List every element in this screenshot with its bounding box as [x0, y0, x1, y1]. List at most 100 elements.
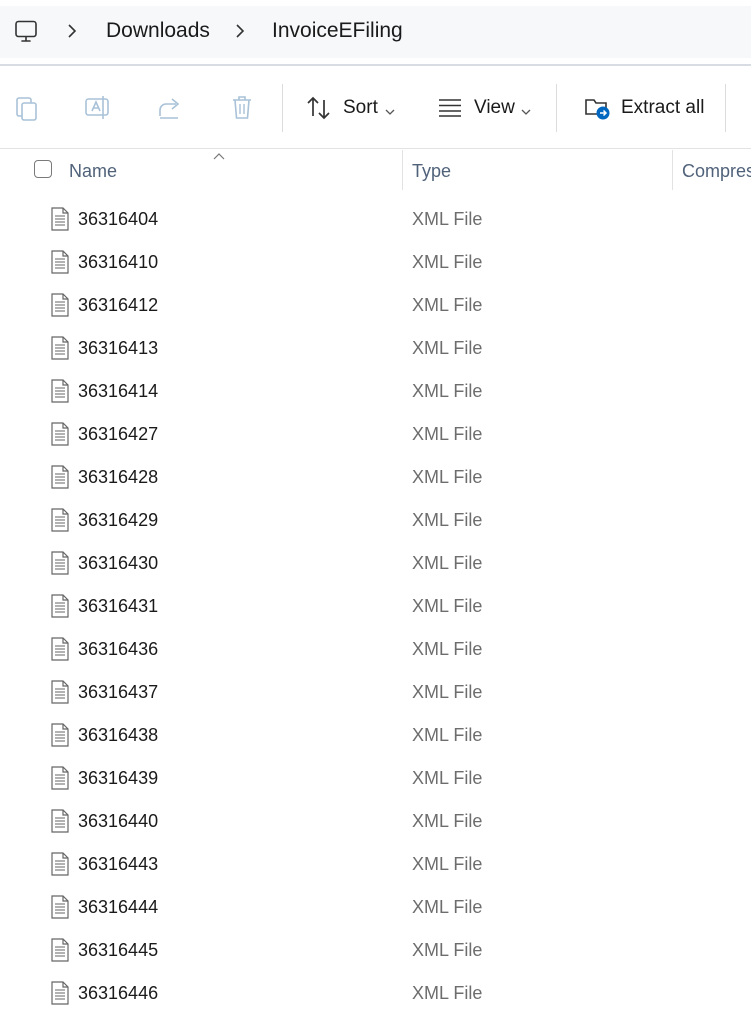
file-row[interactable]: 36316438 XML File: [0, 715, 751, 758]
file-type: XML File: [412, 854, 483, 874]
file-name: 36316428: [78, 467, 159, 487]
chevron-right-icon[interactable]: [66, 22, 78, 45]
file-name: 36316437: [78, 682, 159, 702]
file-type: XML File: [412, 510, 483, 530]
toolbar-separator: [725, 84, 726, 132]
document-icon: [50, 895, 70, 924]
file-type: XML File: [412, 467, 483, 487]
file-row[interactable]: 36316436 XML File: [0, 629, 751, 672]
document-icon: [50, 422, 70, 451]
file-type: XML File: [412, 768, 483, 788]
column-header-compressed-size[interactable]: Compres: [682, 161, 751, 182]
breadcrumb-downloads[interactable]: Downloads: [106, 19, 210, 43]
file-name: 36316443: [78, 854, 159, 874]
file-row[interactable]: 36316410 XML File: [0, 242, 751, 285]
file-name: 36316431: [78, 596, 159, 616]
view-list-icon[interactable]: [437, 98, 463, 123]
chevron-right-icon[interactable]: [234, 22, 246, 45]
file-type: XML File: [412, 424, 483, 444]
file-type: XML File: [412, 682, 483, 702]
column-header-type[interactable]: Type: [412, 161, 451, 182]
file-row[interactable]: 36316413 XML File: [0, 328, 751, 371]
file-name: 36316413: [78, 338, 159, 358]
file-row[interactable]: 36316444 XML File: [0, 887, 751, 930]
file-name: 36316440: [78, 811, 159, 831]
document-icon: [50, 680, 70, 709]
file-type: XML File: [412, 295, 483, 315]
sort-button[interactable]: Sort: [343, 97, 378, 119]
file-row[interactable]: 36316439 XML File: [0, 758, 751, 801]
file-name: 36316438: [78, 725, 159, 745]
file-name: 36316430: [78, 553, 159, 573]
document-icon: [50, 379, 70, 408]
share-icon[interactable]: [156, 94, 184, 127]
file-row[interactable]: 36316440 XML File: [0, 801, 751, 844]
file-row[interactable]: 36316412 XML File: [0, 285, 751, 328]
file-type: XML File: [412, 596, 483, 616]
extract-all-button[interactable]: Extract all: [621, 97, 704, 119]
file-type: XML File: [412, 811, 483, 831]
file-name: 36316412: [78, 295, 159, 315]
chevron-down-icon[interactable]: [384, 103, 396, 121]
file-row[interactable]: 36316443 XML File: [0, 844, 751, 887]
file-row[interactable]: 36316427 XML File: [0, 414, 751, 457]
column-header-name[interactable]: Name: [69, 161, 117, 182]
document-icon: [50, 336, 70, 365]
file-type: XML File: [412, 983, 483, 1003]
file-type: XML File: [412, 940, 483, 960]
document-icon: [50, 508, 70, 537]
document-icon: [50, 293, 70, 322]
file-row[interactable]: 36316431 XML File: [0, 586, 751, 629]
breadcrumb-current-folder[interactable]: InvoiceEFiling: [272, 19, 403, 43]
file-row[interactable]: 36316437 XML File: [0, 672, 751, 715]
file-type: XML File: [412, 553, 483, 573]
file-row[interactable]: 36316404 XML File: [0, 199, 751, 242]
file-name: 36316445: [78, 940, 159, 960]
file-name: 36316444: [78, 897, 159, 917]
document-icon: [50, 852, 70, 881]
file-type: XML File: [412, 209, 483, 229]
file-row[interactable]: 36316445 XML File: [0, 930, 751, 973]
delete-icon[interactable]: [230, 94, 254, 127]
document-icon: [50, 207, 70, 236]
file-row[interactable]: 36316446 XML File: [0, 973, 751, 1016]
file-name: 36316429: [78, 510, 159, 530]
file-name: 36316404: [78, 209, 159, 229]
file-name: 36316427: [78, 424, 159, 444]
file-name: 36316446: [78, 983, 159, 1003]
document-icon: [50, 766, 70, 795]
file-type: XML File: [412, 338, 483, 358]
column-divider[interactable]: [402, 150, 403, 190]
extract-folder-icon[interactable]: [584, 94, 612, 127]
document-icon: [50, 938, 70, 967]
document-icon: [50, 551, 70, 580]
file-type: XML File: [412, 639, 483, 659]
document-icon: [50, 465, 70, 494]
column-divider[interactable]: [672, 150, 673, 190]
computer-icon[interactable]: [14, 20, 40, 49]
file-row[interactable]: 36316430 XML File: [0, 543, 751, 586]
file-name: 36316410: [78, 252, 159, 272]
file-row[interactable]: 36316429 XML File: [0, 500, 751, 543]
file-type: XML File: [412, 252, 483, 272]
toolbar-separator: [282, 84, 283, 132]
file-type: XML File: [412, 381, 483, 401]
document-icon: [50, 809, 70, 838]
file-name: 36316439: [78, 768, 159, 788]
toolbar-divider: [0, 148, 751, 149]
sort-icon[interactable]: [306, 94, 332, 127]
document-icon: [50, 723, 70, 752]
document-icon: [50, 594, 70, 623]
select-all-checkbox[interactable]: [34, 160, 52, 178]
file-name: 36316436: [78, 639, 159, 659]
file-name: 36316414: [78, 381, 159, 401]
file-type: XML File: [412, 725, 483, 745]
file-row[interactable]: 36316414 XML File: [0, 371, 751, 414]
document-icon: [50, 637, 70, 666]
file-type: XML File: [412, 897, 483, 917]
copy-icon[interactable]: [14, 94, 40, 127]
file-row[interactable]: 36316428 XML File: [0, 457, 751, 500]
view-button[interactable]: View: [474, 97, 515, 119]
chevron-down-icon[interactable]: [520, 103, 532, 121]
rename-icon[interactable]: [84, 94, 112, 127]
